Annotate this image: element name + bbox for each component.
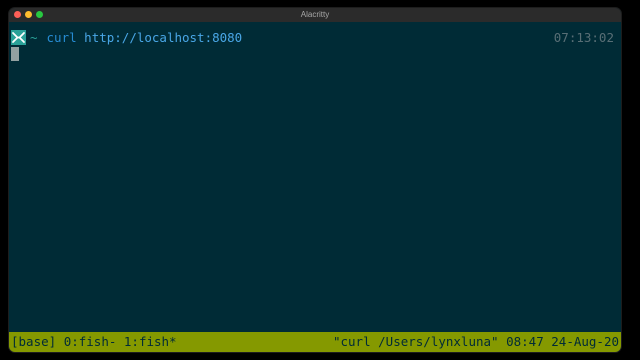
- terminal-cursor: [11, 47, 19, 61]
- status-time: 08:47: [506, 334, 544, 349]
- session-name: [base]: [11, 334, 57, 349]
- prompt-directory: ~: [30, 30, 38, 45]
- tmux-window-tab[interactable]: 1:fish*: [124, 334, 177, 349]
- tmux-status-bar: [base] 0:fish- 1:fish* "curl /Users/lynx…: [9, 332, 621, 352]
- pane-title: "curl /Users/lynxluna": [332, 334, 499, 349]
- fish-logo-icon: [11, 30, 26, 45]
- title-bar: Alacritty: [9, 8, 621, 22]
- tmux-window-tab[interactable]: 0:fish-: [64, 334, 117, 349]
- status-date: 24-Aug-20: [551, 334, 619, 349]
- command-argument: http://localhost:8080: [84, 30, 243, 45]
- status-left: [base] 0:fish- 1:fish*: [11, 332, 177, 352]
- terminal-window: Alacritty ~ curl http://localhost:8080 07…: [9, 8, 621, 352]
- terminal-content[interactable]: ~ curl http://localhost:8080 07:13:02: [9, 22, 621, 352]
- command-name: curl: [46, 30, 77, 45]
- status-right: "curl /Users/lynxluna" 08:47 24-Aug-20: [333, 332, 619, 352]
- window-title: Alacritty: [300, 10, 330, 19]
- prompt-clock: 07:13:02: [553, 30, 614, 45]
- prompt-line: ~ curl http://localhost:8080: [11, 30, 242, 45]
